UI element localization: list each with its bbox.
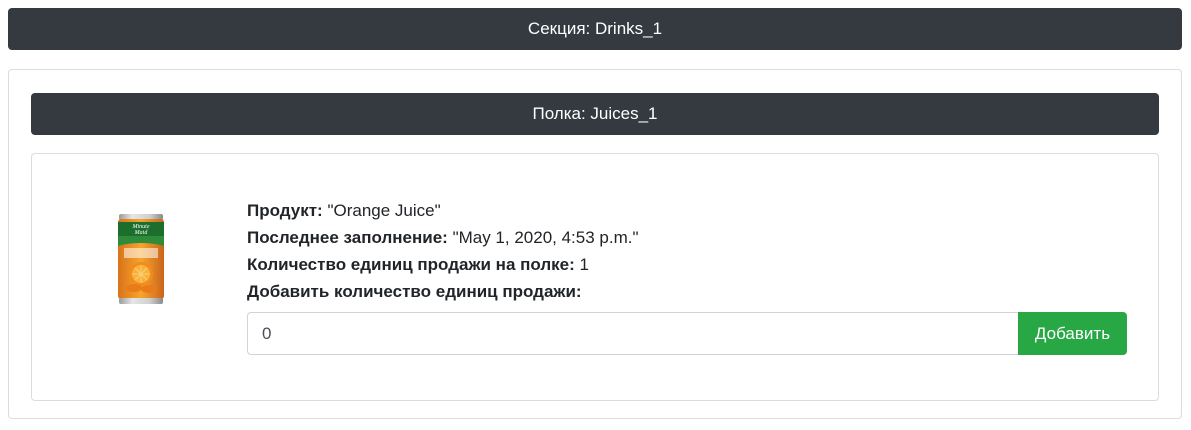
units-on-shelf-label: Количество единиц продажи на полке: [247, 255, 575, 274]
units-on-shelf-line: Количество единиц продажи на полке: 1 [247, 251, 639, 278]
product-info: Продукт: "Orange Juice" Последнее заполн… [247, 197, 639, 305]
product-name-value: "Orange Juice" [327, 201, 441, 220]
product-name-label: Продукт: [247, 201, 323, 220]
svg-text:Maid: Maid [134, 230, 149, 236]
last-refill-line: Последнее заполнение: "May 1, 2020, 4:53… [247, 224, 639, 251]
last-refill-label: Последнее заполнение: [247, 228, 448, 247]
section-header: Секция: Drinks_1 [8, 8, 1182, 50]
product-image: Minute Maid [116, 212, 166, 306]
shelf-title: Полка: Juices_1 [532, 104, 658, 123]
product-name-line: Продукт: "Orange Juice" [247, 197, 639, 224]
section-card: Полка: Juices_1 Minute Maid Продукт: "Or… [8, 69, 1182, 419]
section-title: Секция: Drinks_1 [527, 19, 663, 38]
product-card: Minute Maid Продукт: "Orange Juice" Посл… [31, 153, 1159, 401]
juice-can-image: Minute Maid [118, 214, 164, 304]
quantity-input[interactable] [247, 312, 1019, 355]
units-on-shelf-value: 1 [579, 255, 589, 274]
add-button[interactable]: Добавить [1018, 312, 1127, 355]
add-units-label: Добавить количество единиц продажи: [247, 282, 582, 301]
last-refill-value: "May 1, 2020, 4:53 p.m." [452, 228, 639, 247]
add-units-line: Добавить количество единиц продажи: [247, 278, 639, 305]
shelf-header: Полка: Juices_1 [31, 93, 1159, 135]
